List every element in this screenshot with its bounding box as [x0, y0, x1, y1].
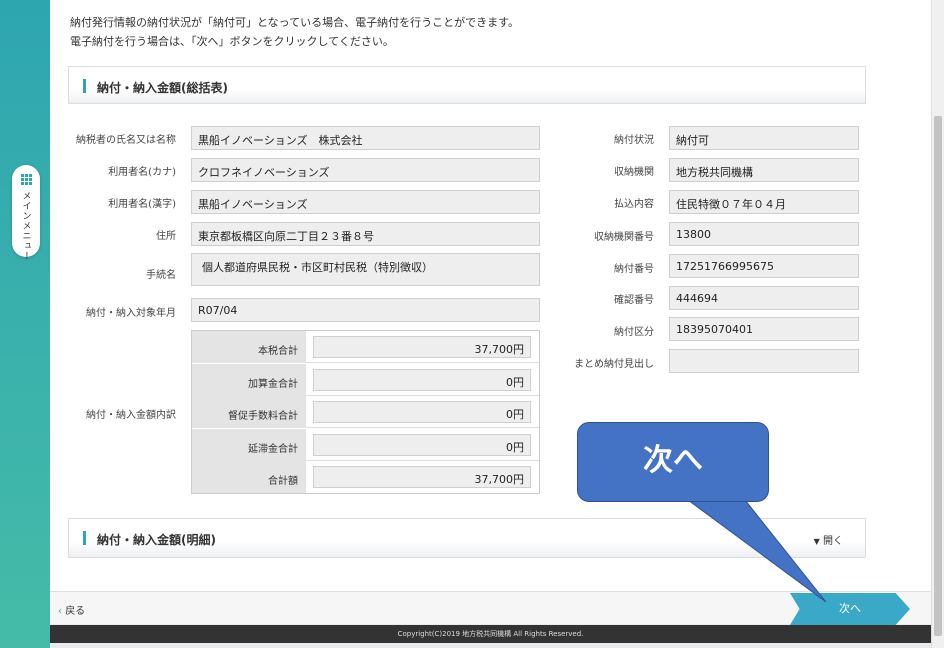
callout-pointer: [686, 499, 827, 603]
next-callout: 次へ: [577, 422, 769, 502]
